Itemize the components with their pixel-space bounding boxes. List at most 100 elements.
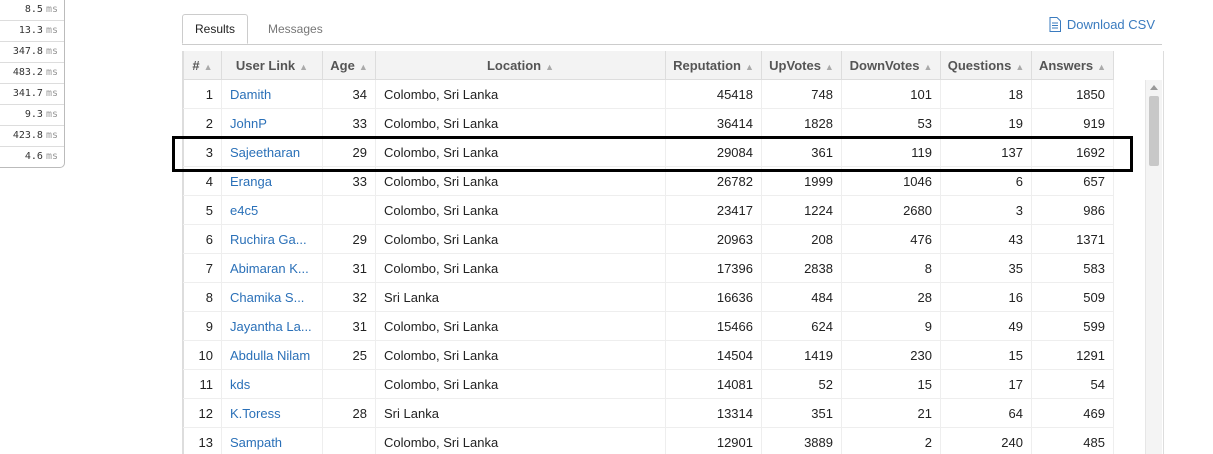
user-link[interactable]: Damith — [221, 79, 323, 109]
timing-unit: ms — [45, 130, 58, 141]
cell-location: Sri Lanka — [375, 398, 666, 428]
download-csv-label: Download CSV — [1066, 17, 1155, 32]
cell-upvotes: 1999 — [761, 166, 842, 196]
column-header-answers[interactable]: Answers ▲ — [1031, 51, 1114, 80]
table-row: 12 K.Toress 28 Sri Lanka 13314 351 21 64 469 — [183, 398, 1114, 428]
timing-value: 9.3 — [24, 109, 43, 120]
cell-downvotes: 119 — [841, 137, 941, 167]
cell-location: Colombo, Sri Lanka — [375, 166, 666, 196]
cell-questions: 15 — [940, 340, 1032, 370]
cell-upvotes: 748 — [761, 79, 842, 109]
cell-upvotes: 484 — [761, 282, 842, 312]
column-header-reputation[interactable]: Reputation ▲ — [665, 51, 762, 80]
timing-value: 423.8 — [12, 130, 43, 141]
column-header-label: # — [192, 57, 200, 73]
cell-age: 33 — [322, 108, 376, 138]
user-link[interactable]: e4c5 — [221, 195, 323, 225]
cell-rownum: 11 — [183, 369, 222, 399]
table-row: 4 Eranga 33 Colombo, Sri Lanka 26782 1999 1046… — [183, 166, 1114, 196]
cell-age: 31 — [322, 253, 376, 283]
vertical-scrollbar[interactable] — [1145, 80, 1162, 454]
cell-questions: 49 — [940, 311, 1032, 341]
scrollbar-thumb[interactable] — [1149, 96, 1159, 166]
cell-age: 32 — [322, 282, 376, 312]
cell-age: 34 — [322, 79, 376, 109]
cell-reputation: 16636 — [665, 282, 762, 312]
cell-reputation: 29084 — [665, 137, 762, 167]
cell-questions: 18 — [940, 79, 1032, 109]
timings-panel: 8.5 ms 13.3 ms 347.8 ms 483.2 ms 341.7 ms 9.3 ms 423… — [0, 0, 65, 168]
cell-questions: 240 — [940, 427, 1032, 454]
user-link[interactable]: JohnP — [221, 108, 323, 138]
cell-upvotes: 361 — [761, 137, 842, 167]
cell-upvotes: 2838 — [761, 253, 842, 283]
user-link[interactable]: kds — [221, 369, 323, 399]
cell-questions: 16 — [940, 282, 1032, 312]
cell-age — [322, 195, 376, 225]
sort-arrow-icon: ▲ — [299, 61, 309, 72]
column-header-label: Age — [330, 57, 355, 73]
column-header-questions[interactable]: Questions ▲ — [940, 51, 1032, 80]
cell-reputation: 20963 — [665, 224, 762, 254]
cell-answers: 469 — [1031, 398, 1114, 428]
user-link[interactable]: Jayantha La... — [221, 311, 323, 341]
cell-questions: 19 — [940, 108, 1032, 138]
column-header-label: Answers — [1038, 57, 1094, 73]
user-link[interactable]: Abimaran K... — [221, 253, 323, 283]
column-header-user-link[interactable]: User Link ▲ — [221, 51, 323, 80]
column-header-upvotes[interactable]: UpVotes ▲ — [761, 51, 842, 80]
column-header-downvotes[interactable]: DownVotes ▲ — [841, 51, 941, 80]
table-row: 5 e4c5 Colombo, Sri Lanka 23417 1224 2680 3 986 — [183, 195, 1114, 225]
column-header-label: Reputation — [673, 57, 741, 73]
user-link[interactable]: Ruchira Ga... — [221, 224, 323, 254]
table-header-row: # ▲ User Link ▲ Age ▲ Location ▲ Reputation ▲ UpVo… — [183, 51, 1114, 80]
cell-reputation: 15466 — [665, 311, 762, 341]
cell-location: Colombo, Sri Lanka — [375, 108, 666, 138]
cell-upvotes: 208 — [761, 224, 842, 254]
cell-reputation: 36414 — [665, 108, 762, 138]
cell-answers: 1850 — [1031, 79, 1114, 109]
column-header-label: Location — [486, 57, 542, 73]
timing-unit: ms — [45, 67, 58, 78]
timing-unit: ms — [45, 88, 58, 99]
cell-answers: 485 — [1031, 427, 1114, 454]
cell-questions: 137 — [940, 137, 1032, 167]
download-csv-link[interactable]: Download CSV — [1049, 17, 1155, 32]
user-link[interactable]: Sampath — [221, 427, 323, 454]
cell-age: 31 — [322, 311, 376, 341]
scroll-up-arrow-icon[interactable] — [1150, 85, 1158, 90]
cell-answers: 54 — [1031, 369, 1114, 399]
cell-answers: 1692 — [1031, 137, 1114, 167]
tab-messages[interactable]: Messages — [256, 14, 335, 44]
column-header-location[interactable]: Location ▲ — [375, 51, 666, 80]
sort-arrow-icon: ▲ — [824, 61, 834, 72]
cell-reputation: 14081 — [665, 369, 762, 399]
column-header-label: User Link — [235, 57, 296, 73]
user-link[interactable]: Eranga — [221, 166, 323, 196]
cell-upvotes: 52 — [761, 369, 842, 399]
results-table: # ▲ User Link ▲ Age ▲ Location ▲ Reputation ▲ UpVo… — [183, 51, 1114, 454]
column-header-label: UpVotes — [769, 57, 821, 73]
user-link[interactable]: Abdulla Nilam — [221, 340, 323, 370]
cell-answers: 583 — [1031, 253, 1114, 283]
cell-location: Sri Lanka — [375, 282, 666, 312]
cell-location: Colombo, Sri Lanka — [375, 224, 666, 254]
user-link[interactable]: K.Toress — [221, 398, 323, 428]
tab-results[interactable]: Results — [182, 14, 249, 44]
user-link[interactable]: Sajeetharan — [221, 137, 323, 167]
table-row: 9 Jayantha La... 31 Colombo, Sri Lanka 15466… — [183, 311, 1114, 341]
timing-entry: 347.8 ms — [0, 42, 64, 63]
timing-entry: 8.5 ms — [0, 0, 64, 21]
cell-downvotes: 21 — [841, 398, 941, 428]
cell-questions: 17 — [940, 369, 1032, 399]
column-header-label: DownVotes — [849, 57, 920, 73]
column-header-age[interactable]: Age ▲ — [322, 51, 376, 80]
user-link[interactable]: Chamika S... — [221, 282, 323, 312]
cell-age — [322, 369, 376, 399]
cell-age — [322, 427, 376, 454]
cell-reputation: 14504 — [665, 340, 762, 370]
cell-age: 28 — [322, 398, 376, 428]
column-header-rownum[interactable]: # ▲ — [183, 51, 222, 80]
cell-questions: 3 — [940, 195, 1032, 225]
cell-reputation: 13314 — [665, 398, 762, 428]
